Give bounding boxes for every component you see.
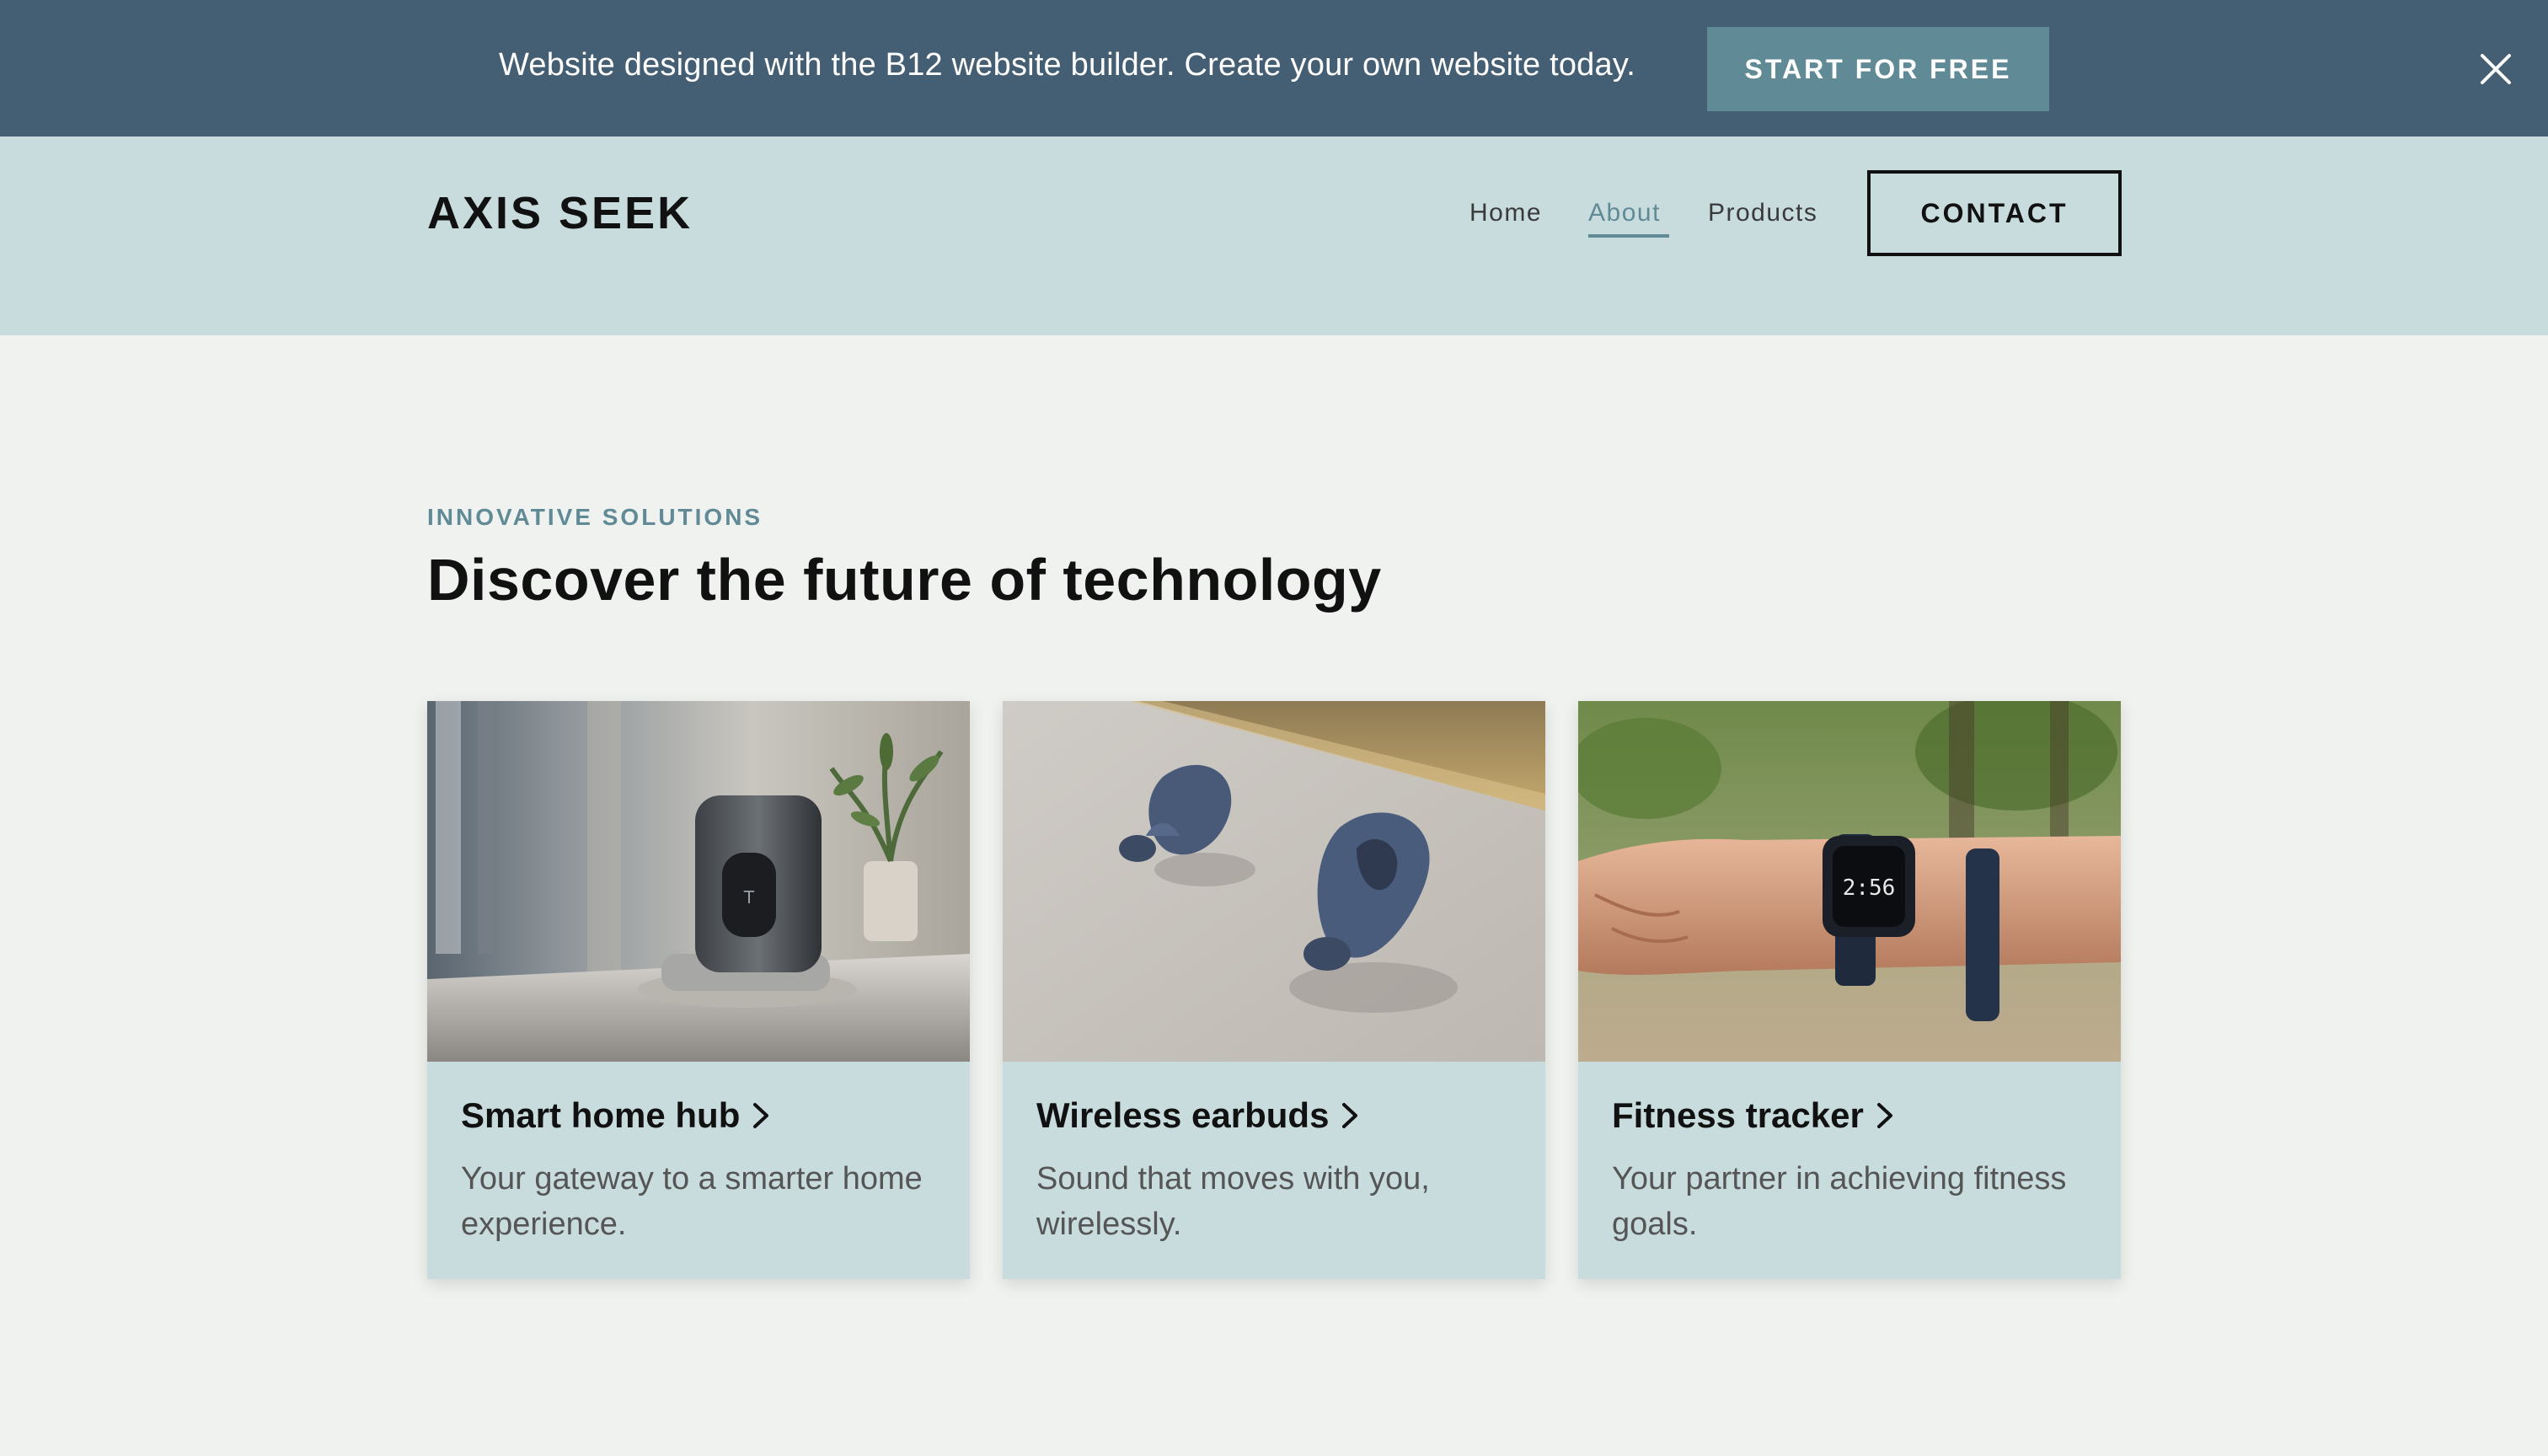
site-header: AXIS SEEK Home About Products CONTACT: [0, 136, 2548, 335]
smart-home-hub-image: T: [427, 701, 970, 1062]
card-title-text: Wireless earbuds: [1036, 1095, 1330, 1135]
contact-button[interactable]: CONTACT: [1867, 170, 2122, 256]
wireless-earbuds-image: [1003, 701, 1545, 1062]
card-description: Your partner in achieving fitness goals.: [1612, 1161, 2067, 1242]
nav-about[interactable]: About: [1588, 199, 1661, 228]
card-title[interactable]: Fitness tracker: [1612, 1095, 1896, 1136]
card-title[interactable]: Smart home hub: [461, 1095, 772, 1136]
card-title-text: Smart home hub: [461, 1095, 741, 1135]
fitness-tracker-image: 2:56: [1578, 701, 2121, 1062]
product-card-wireless-earbuds[interactable]: Wireless earbuds Sound that moves with y…: [1003, 701, 1545, 1279]
nav-products[interactable]: Products: [1708, 199, 1817, 228]
promo-text: Website designed with the B12 website bu…: [499, 47, 1635, 83]
card-description: Your gateway to a smarter home experienc…: [461, 1161, 923, 1242]
section-headline: Discover the future of technology: [427, 547, 1382, 613]
product-card-smart-home-hub[interactable]: T Smart home hub Your gateway to a smart…: [427, 701, 970, 1279]
start-for-free-button[interactable]: START FOR FREE: [1707, 27, 2049, 111]
close-icon[interactable]: [2477, 51, 2514, 88]
promo-banner: Website designed with the B12 website bu…: [0, 0, 2548, 136]
site-logo[interactable]: AXIS SEEK: [427, 187, 693, 239]
page: Website designed with the B12 website bu…: [0, 0, 2548, 1456]
chevron-right-icon: [1876, 1103, 1892, 1128]
card-title-text: Fitness tracker: [1612, 1095, 1864, 1135]
chevron-right-icon: [753, 1103, 769, 1128]
nav-active-underline: [1588, 234, 1669, 238]
nav-home[interactable]: Home: [1469, 199, 1542, 228]
product-card-fitness-tracker[interactable]: 2:56 Fitness tracker Your partner in ach…: [1578, 701, 2121, 1279]
section-eyebrow: INNOVATIVE SOLUTIONS: [427, 504, 763, 530]
card-title[interactable]: Wireless earbuds: [1036, 1095, 1361, 1136]
svg-text:2:56: 2:56: [1843, 875, 1896, 901]
chevron-right-icon: [1342, 1103, 1358, 1128]
card-description: Sound that moves with you, wirelessly.: [1036, 1161, 1430, 1242]
svg-text:T: T: [743, 887, 755, 907]
